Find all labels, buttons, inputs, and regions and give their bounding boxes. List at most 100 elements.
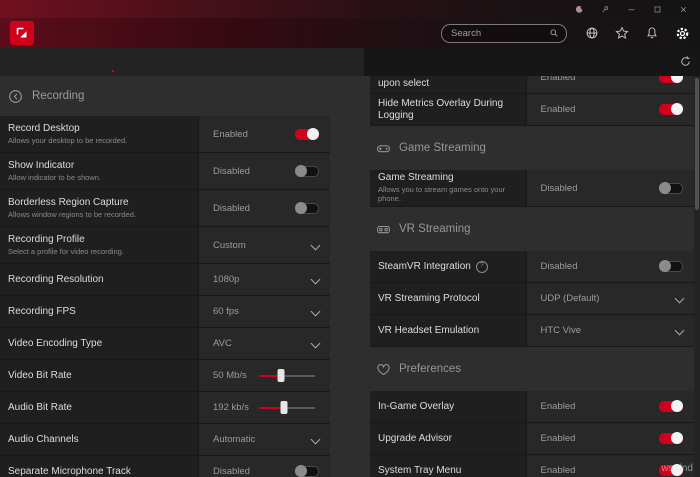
toggle-switch[interactable] — [659, 183, 683, 194]
chevron-down-icon[interactable] — [311, 240, 321, 250]
toggle-knob — [659, 260, 671, 272]
setting-value: Enabled — [541, 433, 659, 444]
toggle-switch[interactable] — [295, 203, 319, 214]
section-title: Game Streaming — [399, 142, 486, 154]
setting-label: Recording Resolution — [8, 274, 104, 286]
setting-value: Enabled — [541, 401, 659, 412]
setting-label: Video Encoding Type — [8, 338, 102, 350]
amd-logo[interactable] — [10, 21, 34, 45]
tab-devices[interactable] — [92, 48, 106, 76]
setting-value: 1080p — [213, 274, 312, 285]
toggle-knob — [295, 202, 307, 214]
toggle-switch[interactable] — [659, 261, 683, 272]
setting-description: Allows window regions to be recorded. — [8, 211, 188, 220]
setting-description: Allows your desktop to be recorded. — [8, 137, 188, 146]
tab-accounts[interactable] — [78, 48, 92, 76]
help-icon[interactable]: ? — [476, 261, 488, 273]
chevron-down-icon[interactable] — [675, 326, 685, 336]
setting-label: Video Bit Rate — [8, 370, 72, 382]
bell-icon[interactable] — [645, 26, 659, 40]
recording-panel: Recording Record Desktop Allows your des… — [0, 76, 330, 477]
main-navbar — [0, 18, 700, 48]
slider[interactable] — [259, 369, 315, 382]
general-panel: Hide performance overlay upon select Ena… — [370, 76, 694, 477]
setting-value: Enabled — [541, 76, 659, 83]
toggle-switch[interactable] — [659, 401, 683, 412]
settings-row: Borderless Region Capture Allows window … — [0, 190, 330, 227]
setting-label: System Tray Menu — [378, 465, 461, 477]
titlebar — [0, 0, 700, 18]
toggle-switch[interactable] — [659, 104, 683, 115]
setting-value: UDP (Default) — [541, 293, 676, 304]
scrollbar-thumb[interactable] — [695, 78, 699, 210]
tab-general[interactable] — [106, 48, 120, 76]
tab-display[interactable] — [36, 48, 50, 76]
section-header: Game Streaming — [370, 126, 694, 170]
setting-value: 60 fps — [213, 306, 312, 317]
setting-value: Disabled — [213, 166, 295, 177]
chevron-down-icon[interactable] — [311, 435, 321, 445]
tab-system[interactable] — [8, 48, 22, 76]
setting-label: Audio Channels — [8, 434, 79, 446]
settings-row: Recording FPS 60 fps — [0, 296, 330, 328]
toggle-switch[interactable] — [659, 433, 683, 444]
section-header: VR Streaming — [370, 207, 694, 251]
back-icon[interactable] — [8, 89, 23, 104]
settings-row: VR Headset Emulation HTC Vive — [370, 315, 694, 347]
search-input[interactable] — [449, 27, 544, 40]
pin-icon[interactable] — [601, 5, 610, 14]
settings-row: Audio Channels Automatic — [0, 424, 330, 456]
setting-description: Allows you to stream games onto your pho… — [378, 186, 516, 203]
toggle-knob — [671, 103, 683, 115]
slider-handle[interactable] — [278, 369, 285, 382]
moon-icon[interactable] — [575, 5, 584, 14]
setting-value: 50 Mb/s — [213, 370, 259, 381]
section-title: Preferences — [399, 363, 461, 375]
settings-row: In-Game Overlay Enabled — [370, 391, 694, 423]
tab-video[interactable] — [50, 48, 64, 76]
settings-row: Upgrade Advisor Enabled — [370, 423, 694, 455]
toggle-knob — [295, 465, 307, 477]
recording-header: Recording — [0, 76, 330, 116]
toggle-switch[interactable] — [295, 466, 319, 477]
setting-label: Recording Profile — [8, 234, 85, 246]
settings-row: Video Bit Rate 50 Mb/s — [0, 360, 330, 392]
setting-value: Enabled — [541, 104, 659, 115]
tab-hotkeys[interactable] — [64, 48, 78, 76]
chevron-down-icon[interactable] — [311, 339, 321, 349]
chevron-down-icon[interactable] — [311, 275, 321, 285]
setting-value: HTC Vive — [541, 325, 676, 336]
minimize-icon[interactable] — [627, 5, 636, 14]
search-icon — [549, 28, 559, 38]
toggle-switch[interactable] — [295, 166, 319, 177]
slider-handle[interactable] — [280, 401, 287, 414]
maximize-icon[interactable] — [653, 5, 662, 14]
toggle-switch[interactable] — [659, 465, 683, 476]
star-icon[interactable] — [615, 26, 629, 40]
globe-icon[interactable] — [585, 26, 599, 40]
toggle-switch[interactable] — [659, 76, 683, 83]
toggle-switch[interactable] — [295, 129, 319, 140]
tab-graphics[interactable] — [22, 48, 36, 76]
setting-value: Enabled — [541, 465, 659, 476]
setting-label: Audio Bit Rate — [8, 402, 72, 414]
chevron-down-icon[interactable] — [311, 307, 321, 317]
close-icon[interactable] — [679, 5, 688, 14]
slider[interactable] — [259, 401, 315, 414]
setting-value: 192 kb/s — [213, 402, 259, 413]
setting-description: Select a profile for video recording. — [8, 248, 188, 257]
panel-title: Recording — [32, 90, 84, 102]
setting-label: VR Streaming Protocol — [378, 293, 480, 305]
reset-icon[interactable] — [679, 55, 692, 68]
settings-row: VR Streaming Protocol UDP (Default) — [370, 283, 694, 315]
setting-label: In-Game Overlay — [378, 401, 454, 413]
search-box[interactable] — [441, 24, 567, 43]
gear-icon[interactable] — [675, 26, 690, 41]
setting-value: Disabled — [213, 203, 295, 214]
chevron-down-icon[interactable] — [675, 294, 685, 304]
setting-value: Disabled — [541, 261, 659, 272]
vr-headset-icon — [376, 222, 391, 237]
section-title: VR Streaming — [399, 223, 471, 235]
settings-row: Video Encoding Type AVC — [0, 328, 330, 360]
toggle-knob — [295, 165, 307, 177]
